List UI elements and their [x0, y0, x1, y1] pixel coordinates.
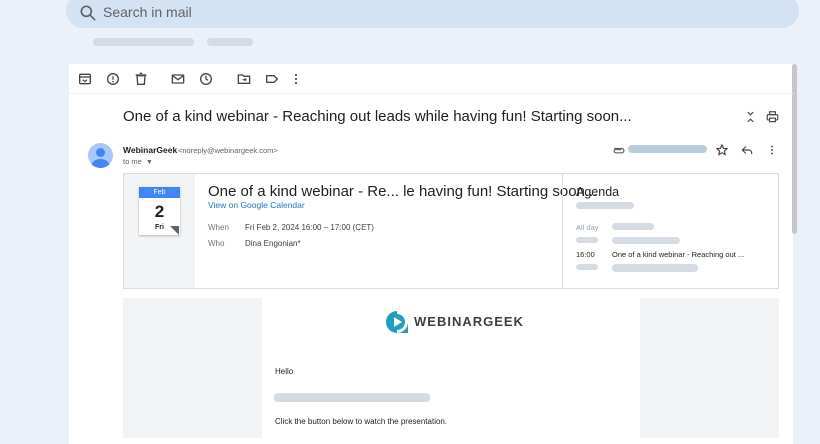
- redacted-bar: [612, 264, 698, 272]
- instruction-text: Click the button below to watch the pres…: [275, 417, 448, 426]
- search-input[interactable]: Search in mail: [103, 4, 192, 20]
- redacted-bar: [576, 202, 634, 209]
- attachment-icon: [613, 147, 625, 154]
- who-value: Dina Engonian*: [245, 239, 301, 248]
- more-vert-icon[interactable]: [765, 143, 779, 157]
- calendar-fold: [170, 226, 179, 235]
- redacted-bar: [612, 237, 680, 244]
- agenda-title: Agenda: [576, 185, 620, 199]
- more-vert-icon[interactable]: [288, 71, 304, 87]
- agenda-time: 16:00: [576, 250, 595, 259]
- redacted-bar: [612, 223, 654, 230]
- scrollbar[interactable]: [792, 64, 797, 234]
- view-calendar-link[interactable]: View on Google Calendar: [208, 200, 305, 210]
- toolbar-divider: [69, 93, 793, 94]
- recipient-label[interactable]: to me ▼: [123, 157, 153, 166]
- email-subject: One of a kind webinar - Reaching out lea…: [123, 108, 632, 125]
- when-label: When: [208, 223, 229, 232]
- expand-collapse-icon[interactable]: [744, 110, 757, 124]
- calendar-month: Feb: [139, 187, 180, 198]
- report-spam-icon[interactable]: [105, 71, 121, 87]
- reply-icon[interactable]: [740, 143, 754, 157]
- to-me-label: to me: [123, 157, 142, 166]
- print-icon[interactable]: [765, 110, 780, 124]
- greeting-text: Hello: [275, 367, 294, 376]
- webinargeek-logo-icon: [386, 311, 408, 333]
- redacted-bar: [576, 264, 598, 270]
- mark-unread-icon[interactable]: [170, 71, 186, 87]
- snooze-icon[interactable]: [198, 71, 214, 87]
- label-icon[interactable]: [264, 71, 280, 87]
- avatar[interactable]: [88, 143, 113, 168]
- redacted-bar: [93, 38, 194, 46]
- delete-icon[interactable]: [133, 71, 149, 87]
- move-to-icon[interactable]: [236, 71, 252, 87]
- star-icon[interactable]: [715, 143, 729, 157]
- archive-icon[interactable]: [77, 71, 93, 87]
- calendar-day: 2: [154, 202, 165, 221]
- redacted-bar: [207, 38, 253, 46]
- redacted-bar: [628, 145, 707, 153]
- brand-logo-text: WEBINARGEEK: [414, 314, 524, 329]
- agenda-divider: [562, 174, 563, 288]
- redacted-bar: [576, 237, 598, 243]
- all-day-label: All day: [576, 223, 599, 232]
- search-icon[interactable]: [78, 3, 98, 23]
- event-title: One of a kind webinar - Re... le having …: [208, 183, 598, 200]
- agenda-event[interactable]: One of a kind webinar - Reaching out ...: [612, 250, 744, 259]
- sender-email: <noreply@webinargeek.com>: [178, 146, 278, 155]
- chevron-down-icon[interactable]: ▼: [146, 159, 153, 166]
- when-value: Fri Feb 2, 2024 16:00 – 17:00 (CET): [245, 223, 374, 232]
- sender-name: WebinarGeek: [123, 145, 178, 155]
- who-label: Who: [208, 239, 225, 248]
- redacted-bar: [274, 393, 430, 402]
